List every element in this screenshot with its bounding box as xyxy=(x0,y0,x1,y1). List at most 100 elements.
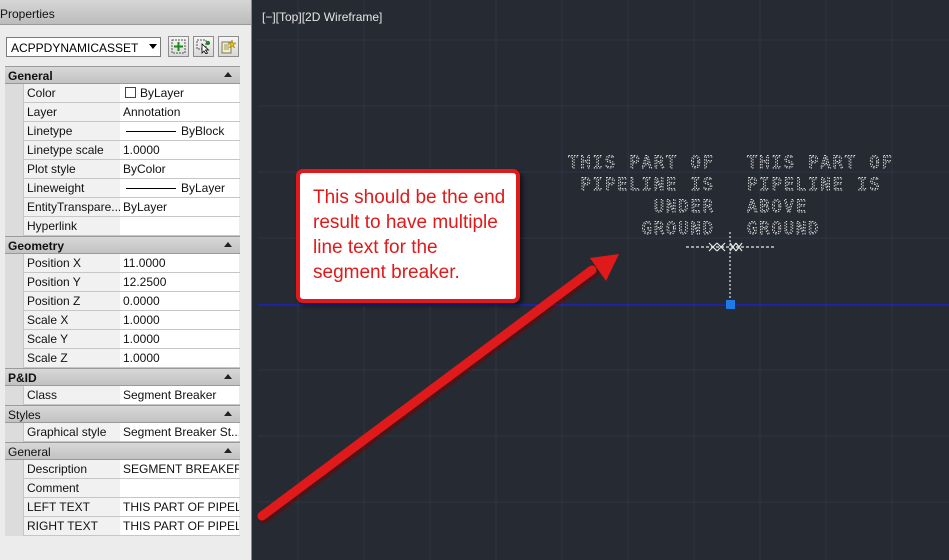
segment-breaker-symbol[interactable] xyxy=(686,232,774,298)
property-value[interactable]: Annotation xyxy=(120,103,239,121)
property-row-right-text[interactable]: RIGHT TEXT THIS PART OF PIPEL... xyxy=(5,517,240,536)
section-label: Styles xyxy=(8,408,41,422)
callout-box: This should be the end result to have mu… xyxy=(296,169,520,303)
section-general-custom[interactable]: General xyxy=(5,442,240,460)
property-row-left-text[interactable]: LEFT TEXT THIS PART OF PIPEL... xyxy=(5,498,240,517)
object-type-value: ACPPDYNAMICASSET xyxy=(11,41,139,55)
property-value[interactable]: THIS PART OF PIPEL... xyxy=(120,517,239,535)
property-value[interactable]: ByBlock xyxy=(120,122,239,140)
property-name: Scale Z xyxy=(23,349,124,367)
property-value[interactable] xyxy=(120,479,239,497)
property-value[interactable]: ByLayer xyxy=(120,179,239,197)
section-label: P&ID xyxy=(8,371,37,385)
property-name: Graphical style xyxy=(23,423,124,441)
property-value[interactable]: Segment Breaker St... xyxy=(120,423,239,441)
property-row-linetype-scale[interactable]: Linetype scale 1.0000 xyxy=(5,141,240,160)
lineweight-value: ByLayer xyxy=(181,181,226,195)
property-value[interactable]: ByColor xyxy=(120,160,239,178)
property-name: Layer xyxy=(23,103,124,121)
property-name: Plot style xyxy=(23,160,124,178)
row-gutter xyxy=(5,517,23,536)
callout-text: This should be the end result to have mu… xyxy=(313,187,506,283)
property-row-plot-style[interactable]: Plot style ByColor xyxy=(5,160,240,179)
property-row-color[interactable]: Color ByLayer xyxy=(5,84,240,103)
property-row-linetype[interactable]: Linetype ByBlock xyxy=(5,122,240,141)
left-text-line: THIS PART OF xyxy=(568,153,715,173)
row-gutter xyxy=(5,141,23,160)
section-geometry[interactable]: Geometry xyxy=(5,236,240,254)
collapse-icon[interactable] xyxy=(224,242,232,247)
property-row-position-y[interactable]: Position Y 12.2500 xyxy=(5,273,240,292)
property-name: Scale Y xyxy=(23,330,124,348)
property-row-graphical-style[interactable]: Graphical style Segment Breaker St... xyxy=(5,423,240,442)
quick-select-button[interactable] xyxy=(218,36,239,57)
property-value[interactable]: THIS PART OF PIPEL... xyxy=(120,498,239,516)
property-value[interactable]: 0.0000 xyxy=(120,292,239,310)
property-value[interactable]: ByLayer xyxy=(120,198,239,216)
property-name: EntityTranspare... xyxy=(23,198,124,216)
collapse-icon[interactable] xyxy=(224,448,232,453)
section-styles[interactable]: Styles xyxy=(5,405,240,423)
color-value: ByLayer xyxy=(140,86,185,100)
palette-titlebar[interactable]: Properties xyxy=(0,0,251,25)
property-row-position-x[interactable]: Position X 11.0000 xyxy=(5,254,240,273)
property-value[interactable]: 1.0000 xyxy=(120,349,239,367)
property-row-hyperlink[interactable]: Hyperlink xyxy=(5,217,240,236)
property-value[interactable]: 1.0000 xyxy=(120,330,239,348)
collapse-icon[interactable] xyxy=(224,72,232,77)
property-row-class[interactable]: Class Segment Breaker xyxy=(5,386,240,405)
collapse-icon[interactable] xyxy=(224,374,232,379)
property-row-description[interactable]: Description SEGMENT BREAKER xyxy=(5,460,240,479)
property-name: RIGHT TEXT xyxy=(23,517,124,535)
chevron-down-icon xyxy=(149,44,157,49)
linetype-sample-icon xyxy=(126,131,176,132)
property-value[interactable]: ByLayer xyxy=(120,84,239,102)
section-general[interactable]: General xyxy=(5,66,240,84)
color-swatch-icon xyxy=(125,87,136,98)
lineweight-sample-icon xyxy=(126,188,176,189)
property-name: Position Y xyxy=(23,273,124,291)
toggle-pickadd-button[interactable] xyxy=(168,36,189,57)
property-row-comment[interactable]: Comment xyxy=(5,479,240,498)
insertion-grip[interactable] xyxy=(726,300,735,309)
row-gutter xyxy=(5,273,23,292)
property-row-lineweight[interactable]: Lineweight ByLayer xyxy=(5,179,240,198)
property-name: Description xyxy=(23,460,124,478)
select-objects-icon xyxy=(196,39,210,54)
right-text-line: GROUND xyxy=(747,219,820,239)
right-text-line: PIPELINE IS xyxy=(747,175,882,195)
property-value[interactable]: 11.0000 xyxy=(120,254,239,272)
select-objects-button[interactable] xyxy=(193,36,214,57)
row-gutter xyxy=(5,423,23,442)
property-row-transparency[interactable]: EntityTranspare... ByLayer xyxy=(5,198,240,217)
viewport-controls-label[interactable]: [−][Top][2D Wireframe] xyxy=(262,10,382,24)
property-row-scale-z[interactable]: Scale Z 1.0000 xyxy=(5,349,240,368)
palette-title: Properties xyxy=(0,7,55,21)
object-type-dropdown[interactable]: ACPPDYNAMICASSET xyxy=(6,37,161,57)
right-text-line: THIS PART OF xyxy=(747,153,894,173)
property-value[interactable]: 1.0000 xyxy=(120,311,239,329)
property-name: Hyperlink xyxy=(23,217,124,235)
property-row-scale-y[interactable]: Scale Y 1.0000 xyxy=(5,330,240,349)
row-gutter xyxy=(5,292,23,311)
property-row-layer[interactable]: Layer Annotation xyxy=(5,103,240,122)
property-value[interactable]: SEGMENT BREAKER xyxy=(120,460,239,478)
property-value[interactable]: 12.2500 xyxy=(120,273,239,291)
section-label: Geometry xyxy=(8,239,65,253)
property-row-scale-x[interactable]: Scale X 1.0000 xyxy=(5,311,240,330)
row-gutter xyxy=(5,198,23,217)
property-value[interactable] xyxy=(120,217,239,235)
row-gutter xyxy=(5,160,23,179)
property-value[interactable]: Segment Breaker xyxy=(120,386,239,404)
row-gutter xyxy=(5,179,23,198)
row-gutter xyxy=(5,217,23,236)
property-row-position-z[interactable]: Position Z 0.0000 xyxy=(5,292,240,311)
property-value[interactable]: 1.0000 xyxy=(120,141,239,159)
row-gutter xyxy=(5,84,23,103)
left-text-line: GROUND xyxy=(642,219,715,239)
collapse-icon[interactable] xyxy=(224,411,232,416)
property-name: Scale X xyxy=(23,311,124,329)
row-gutter xyxy=(5,103,23,122)
row-gutter xyxy=(5,311,23,330)
section-pid[interactable]: P&ID xyxy=(5,368,240,386)
